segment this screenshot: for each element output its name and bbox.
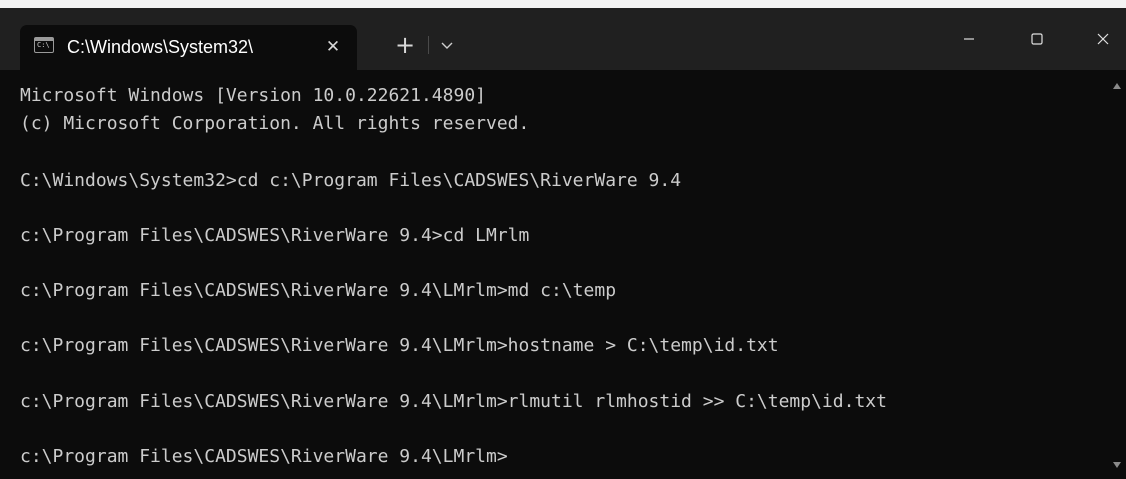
scroll-up-arrow-icon[interactable]	[1113, 83, 1121, 89]
terminal-line: Microsoft Windows [Version 10.0.22621.48…	[20, 85, 486, 106]
terminal-window: C:\ C:\Windows\System32\ ✕ + Microsoft W…	[0, 0, 1126, 479]
scroll-down-arrow-icon[interactable]	[1113, 462, 1121, 468]
scrollbar[interactable]	[1110, 70, 1126, 479]
terminal-line: c:\Program Files\CADSWES\RiverWare 9.4\L…	[20, 391, 887, 412]
maximize-icon	[1031, 33, 1043, 45]
close-icon: ✕	[325, 37, 341, 57]
plus-icon: +	[394, 31, 416, 59]
minimize-button[interactable]	[946, 22, 992, 56]
terminal-prompt-line: c:\Program Files\CADSWES\RiverWare 9.4\L…	[20, 446, 508, 467]
chevron-down-icon	[441, 42, 453, 49]
tab-separator	[428, 36, 429, 54]
terminal-output[interactable]: Microsoft Windows [Version 10.0.22621.48…	[0, 70, 1110, 479]
tab-dropdown-button[interactable]	[433, 33, 461, 59]
minimize-icon	[964, 38, 974, 40]
tab-command-prompt[interactable]: C:\ C:\Windows\System32\ ✕	[20, 25, 357, 70]
tab-title: C:\Windows\System32\	[67, 37, 254, 57]
cmd-icon-text: C:\	[37, 41, 50, 49]
terminal-line: c:\Program Files\CADSWES\RiverWare 9.4\L…	[20, 335, 779, 356]
close-icon	[1097, 33, 1109, 45]
top-edge	[0, 0, 1126, 8]
tab-close-button[interactable]: ✕	[320, 34, 346, 60]
terminal-line: c:\Program Files\CADSWES\RiverWare 9.4\L…	[20, 280, 617, 301]
terminal-line: (c) Microsoft Corporation. All rights re…	[20, 113, 530, 134]
close-window-button[interactable]	[1080, 22, 1126, 56]
terminal-line: C:\Windows\System32>cd c:\Program Files\…	[20, 170, 682, 191]
new-tab-button[interactable]: +	[387, 29, 423, 61]
title-bar: C:\ C:\Windows\System32\ ✕ +	[0, 0, 1126, 70]
maximize-button[interactable]	[1014, 22, 1060, 56]
cmd-icon: C:\	[34, 37, 54, 53]
terminal-line: c:\Program Files\CADSWES\RiverWare 9.4>c…	[20, 225, 530, 246]
